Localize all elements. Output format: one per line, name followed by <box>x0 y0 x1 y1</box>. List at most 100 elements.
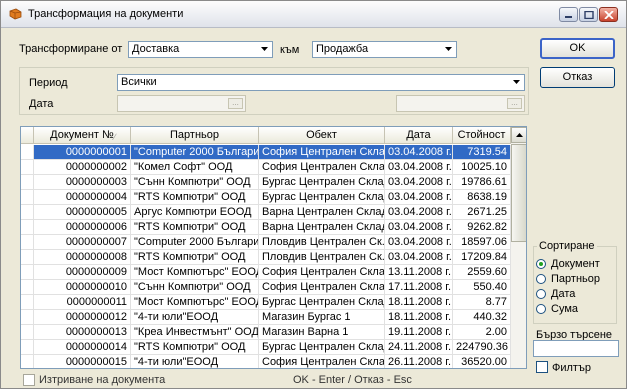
title-bar[interactable]: Трансформация на документи <box>1 1 626 28</box>
filter-checkbox[interactable] <box>536 361 548 373</box>
table-row[interactable]: 0000000007 "Computer 2000 Българи... Пловд… <box>21 235 511 250</box>
maximize-button[interactable] <box>579 7 598 22</box>
row-indicator[interactable] <box>21 340 34 355</box>
cell-object: Магазин Бургас 1 <box>259 310 385 325</box>
row-indicator[interactable] <box>21 310 34 325</box>
row-indicator[interactable] <box>21 355 34 368</box>
date-from-field[interactable]: ... <box>117 95 246 112</box>
maximize-icon <box>584 11 594 19</box>
table-row[interactable]: 0000000002 "Комел Софт" ООД София Централе… <box>21 160 511 175</box>
ok-button[interactable]: OK <box>540 38 615 59</box>
transform-to-select[interactable]: Продажба <box>312 41 457 58</box>
table-row[interactable]: 0000000009 "Мост Компютърс" ЕООД София Цен… <box>21 265 511 280</box>
transform-to-label: към <box>280 44 300 56</box>
cell-amount: 19786.61 <box>453 175 511 190</box>
table-row[interactable]: 0000000003 "Сънн Компютри" ООД Бургас Цент… <box>21 175 511 190</box>
chevron-down-icon[interactable] <box>442 43 455 56</box>
chevron-down-icon[interactable] <box>510 76 523 89</box>
table-row[interactable]: 0000000001 "Computer 2000 Българи... София… <box>21 145 511 160</box>
table-header: Документ № ∕ Партньор Обект Дата Стойнос… <box>21 127 511 144</box>
date-to-field[interactable]: ... <box>396 95 525 112</box>
row-indicator[interactable] <box>21 235 34 250</box>
cell-object: Бургас Централен Склад <box>259 175 385 190</box>
row-indicator[interactable] <box>21 220 34 235</box>
table-row[interactable]: 0000000012 "4-ти юли"ЕООД Магазин Бургас 1… <box>21 310 511 325</box>
row-indicator[interactable] <box>21 280 34 295</box>
cell-document-number: 0000000008 <box>34 250 131 265</box>
cell-object: София Централен Склад <box>259 280 385 295</box>
cell-document-number: 0000000006 <box>34 220 131 235</box>
date-picker-icon[interactable]: ... <box>228 98 243 109</box>
column-header-document[interactable]: Документ № ∕ <box>34 127 131 144</box>
cell-date: 03.04.2008 г. <box>385 220 453 235</box>
radio-icon[interactable] <box>536 289 546 299</box>
row-indicator[interactable] <box>21 295 34 310</box>
quick-search-input[interactable] <box>533 340 619 357</box>
row-indicator[interactable] <box>21 205 34 220</box>
row-indicator[interactable] <box>21 190 34 205</box>
delete-document-checkbox[interactable] <box>23 374 35 386</box>
period-select[interactable]: Всички <box>117 74 525 91</box>
date-picker-icon[interactable]: ... <box>507 98 522 109</box>
chevron-down-icon[interactable] <box>258 43 271 56</box>
cell-partner: "RTS Компютри" ООД <box>131 250 259 265</box>
cell-object: Варна Централен Склад <box>259 205 385 220</box>
cell-date: 03.04.2008 г. <box>385 160 453 175</box>
cell-document-number: 0000000010 <box>34 280 131 295</box>
radio-icon[interactable] <box>536 274 546 284</box>
cell-partner: "Computer 2000 Българи... <box>131 145 259 160</box>
cell-amount: 17209.84 <box>453 250 511 265</box>
row-indicator[interactable] <box>21 325 34 340</box>
table-row[interactable]: 0000000005 Аргус Компютри ЕООД Варна Центр… <box>21 205 511 220</box>
cell-amount: 10025.10 <box>453 160 511 175</box>
column-header-partner[interactable]: Партньор <box>131 127 259 144</box>
cell-object: Магазин Варна 1 <box>259 325 385 340</box>
cell-document-number: 0000000011 <box>34 295 131 310</box>
table-row[interactable]: 0000000013 "Креа Инвестмънт" ООД Магазин В… <box>21 325 511 340</box>
radio-icon[interactable] <box>536 304 546 314</box>
row-indicator[interactable] <box>21 160 34 175</box>
vertical-scrollbar[interactable] <box>511 127 526 368</box>
cell-partner: "RTS Компютри" ООД <box>131 220 259 235</box>
sort-option-radio[interactable]: Дата <box>536 288 618 301</box>
sort-option-label: Документ <box>551 258 600 270</box>
close-icon <box>604 11 614 19</box>
sort-option-radio[interactable]: Сума <box>536 303 618 316</box>
row-indicator[interactable] <box>21 250 34 265</box>
row-indicator[interactable] <box>21 265 34 280</box>
documents-table[interactable]: Документ № ∕ Партньор Обект Дата Стойнос… <box>20 126 527 369</box>
column-header-object[interactable]: Обект <box>259 127 385 144</box>
scroll-up-button[interactable] <box>511 127 526 143</box>
table-row[interactable]: 0000000015 "4-ти юли"ЕООД София Централен … <box>21 355 511 368</box>
table-row[interactable]: 0000000008 "RTS Компютри" ООД Пловдив Цент… <box>21 250 511 265</box>
cell-partner: "Креа Инвестмънт" ООД <box>131 325 259 340</box>
minimize-button[interactable] <box>559 7 578 22</box>
cell-amount: 18597.06 <box>453 235 511 250</box>
cell-date: 03.04.2008 г. <box>385 175 453 190</box>
cell-object: София Централен Склад <box>259 265 385 280</box>
table-row[interactable]: 0000000004 "RTS Компютри" ООД Бургас Центр… <box>21 190 511 205</box>
row-indicator[interactable] <box>21 175 34 190</box>
column-header-date[interactable]: Дата <box>385 127 453 144</box>
scroll-thumb[interactable] <box>511 144 526 242</box>
row-indicator[interactable] <box>21 145 34 160</box>
column-header-amount[interactable]: Стойност <box>453 127 511 144</box>
sort-option-radio[interactable]: Документ <box>536 258 618 271</box>
table-row[interactable]: 0000000006 "RTS Компютри" ООД Варна Центра… <box>21 220 511 235</box>
close-button[interactable] <box>599 7 618 22</box>
cancel-button[interactable]: Отказ <box>540 67 615 88</box>
cell-amount: 36520.00 <box>453 355 511 368</box>
transform-from-select[interactable]: Доставка <box>128 41 273 58</box>
date-label: Дата <box>29 98 54 110</box>
sort-option-radio[interactable]: Партньор <box>536 273 618 286</box>
table-row[interactable]: 0000000011 "Мост Компютърс" ЕООД Бургас Це… <box>21 295 511 310</box>
cell-amount: 8.77 <box>453 295 511 310</box>
cell-document-number: 0000000012 <box>34 310 131 325</box>
cell-amount: 224790.36 <box>453 340 511 355</box>
cell-date: 17.11.2008 г. <box>385 280 453 295</box>
cell-date: 13.11.2008 г. <box>385 265 453 280</box>
period-value: Всички <box>121 76 157 88</box>
table-row[interactable]: 0000000010 "Сънн Компютри" ООД София Центр… <box>21 280 511 295</box>
radio-icon[interactable] <box>536 259 546 269</box>
table-row[interactable]: 0000000014 "RTS Компютри" ООД Бургас Центр… <box>21 340 511 355</box>
